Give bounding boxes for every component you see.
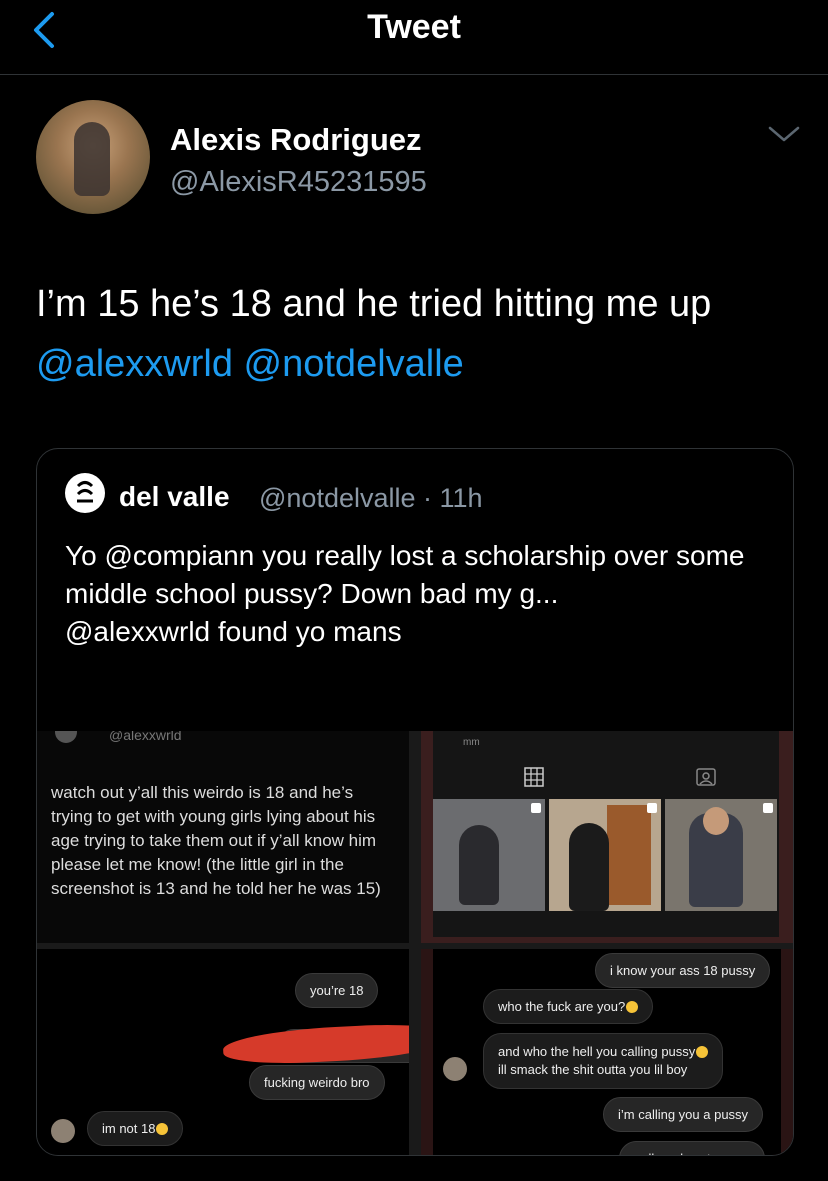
quoted-text-line1: Yo @compiann you really lost a scholarsh… [65,540,745,609]
page-title: Tweet [367,8,461,46]
chat-message: i know your ass 18 pussy [595,953,771,988]
author-handle[interactable]: @AlexisR45231595 [170,166,427,199]
chat-message-text: ill smack the shit outta you lil boy [498,1062,688,1077]
photo-thumbnail [433,799,545,911]
media-grid: @alexxwrld watch out y’all this weirdo i… [37,731,793,1155]
quoted-author-name: del valle [119,481,230,512]
photo-thumbnail [665,799,777,911]
laughing-emoji-icon [626,1001,639,1013]
author-name[interactable]: Alexis Rodriguez [170,122,422,158]
quoted-text-line2: @alexxwrld found yo mans [65,616,402,647]
quoted-text: Yo @compiann you really lost a scholarsh… [65,537,765,651]
screenshot-text: watch out y’all this weirdo is 18 and he… [51,783,381,898]
chat-message: fucking weirdo bro [249,1065,385,1100]
chat-message-text: im not 18 [102,1121,156,1136]
quoted-author-handle: @notdelvalle · 11h [259,483,483,513]
chat-message: and who the hell you calling pussy ill s… [483,1033,724,1089]
chat-message: who the fuck are you? [483,989,654,1024]
chat-message: you’re 18 [295,973,379,1008]
grid-icon [524,767,544,787]
quoted-avatar [65,473,105,513]
profile-screenshot: mm [433,731,779,937]
laughing-emoji-icon [696,1046,709,1058]
mention-notdelvalle[interactable]: @notdelvalle [244,343,464,385]
mention-alexxwrld[interactable]: @alexxwrld [36,343,233,385]
chat-message: i’m calling you a pussy [603,1097,764,1132]
chat-message: pull up downtown rn [619,1141,765,1155]
media-image-3[interactable]: you’re 18 fucking weirdo bro im not 18 [37,949,409,1155]
media-image-4[interactable]: i know your ass 18 pussy who the fuck ar… [421,949,793,1155]
avatar[interactable] [36,100,150,214]
photo-thumbnail [549,799,661,911]
screenshot-handle: @alexxwrld [109,731,182,743]
avatar [51,1119,75,1143]
tweet-text: I’m 15 he’s 18 and he tried hitting me u… [36,274,806,394]
chat-message-text: who the fuck are you? [498,999,626,1014]
avatar [55,731,77,743]
media-image-1[interactable]: @alexxwrld watch out y’all this weirdo i… [37,731,409,943]
tagged-icon [696,768,716,786]
media-image-2[interactable]: mm [421,731,793,943]
chevron-down-icon[interactable] [766,122,802,146]
chat-message: im not 18 [87,1111,184,1146]
tweet-text-main: I’m 15 he’s 18 and he tried hitting me u… [36,283,712,325]
screenshot-label: mm [463,737,480,748]
top-bar: Tweet [0,0,828,75]
quoted-tweet[interactable]: del valle @notdelvalle · 11h Yo @compian… [36,448,794,1156]
laughing-emoji-icon [156,1123,169,1135]
avatar [443,1057,467,1081]
chat-message-text: and who the hell you calling pussy [498,1044,696,1059]
